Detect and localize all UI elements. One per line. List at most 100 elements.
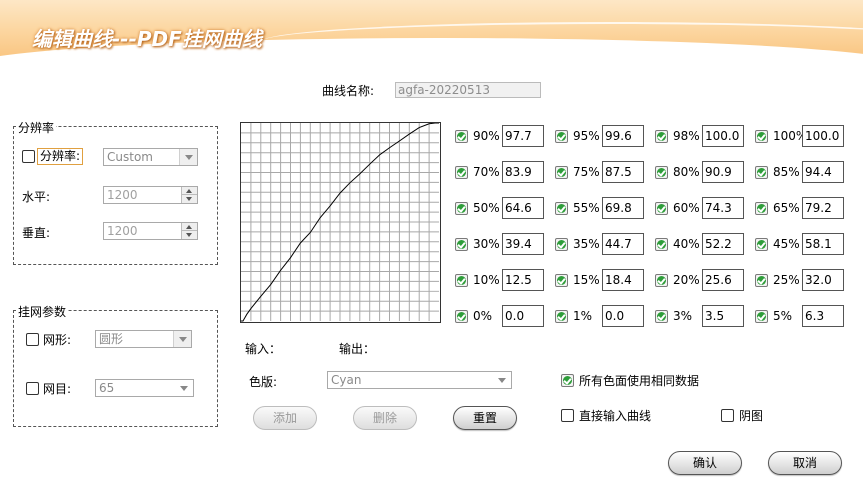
curve-graph[interactable] <box>240 122 441 323</box>
point-checkbox[interactable] <box>555 202 568 215</box>
add-button[interactable]: 添加 <box>253 406 317 430</box>
point-checkbox[interactable] <box>455 130 468 143</box>
cancel-button[interactable]: 取消 <box>768 451 842 475</box>
point-checkbox[interactable] <box>455 202 468 215</box>
spin-down-icon[interactable] <box>182 195 197 203</box>
horizontal-label: 水平: <box>22 190 51 204</box>
point-checkbox[interactable] <box>555 310 568 323</box>
point-input-label: 80% <box>673 165 700 179</box>
point-output-field[interactable]: 39.4 <box>502 233 544 255</box>
negative-checkbox[interactable] <box>721 409 734 422</box>
point-checkbox[interactable] <box>655 238 668 251</box>
point-checkbox[interactable] <box>555 238 568 251</box>
point-input-label: 35% <box>573 237 600 251</box>
point-checkbox[interactable] <box>455 310 468 323</box>
point-output-field[interactable]: 32.0 <box>802 269 844 291</box>
point-checkbox[interactable] <box>455 238 468 251</box>
point-output-field[interactable]: 100.0 <box>702 125 744 147</box>
point-input-label: 10% <box>473 273 500 287</box>
point-input-label: 5% <box>773 309 793 323</box>
point-output-field[interactable]: 18.4 <box>602 269 644 291</box>
point-checkbox[interactable] <box>755 310 768 323</box>
direct-input-checkbox[interactable] <box>561 409 574 422</box>
point-checkbox[interactable] <box>655 166 668 179</box>
point-input-label: 20% <box>673 273 700 287</box>
spin-up-icon[interactable] <box>182 187 197 195</box>
chevron-down-icon[interactable] <box>173 331 191 347</box>
point-input-label: 70% <box>473 165 500 179</box>
chevron-down-icon[interactable] <box>179 149 197 165</box>
point-input-label: 75% <box>573 165 600 179</box>
vertical-value: 1200 <box>107 224 138 238</box>
point-output-field[interactable]: 0.0 <box>502 305 544 327</box>
point-checkbox[interactable] <box>755 166 768 179</box>
point-input-label: 85% <box>773 165 800 179</box>
point-output-field[interactable]: 90.9 <box>702 161 744 183</box>
point-input-label: 0% <box>473 309 493 323</box>
point-checkbox[interactable] <box>755 202 768 215</box>
resolution-combo[interactable]: Custom <box>103 148 198 166</box>
lpi-combo-value: 65 <box>99 381 115 395</box>
point-output-field[interactable]: 12.5 <box>502 269 544 291</box>
curve-name-label: 曲线名称: <box>322 84 375 98</box>
point-checkbox[interactable] <box>455 166 468 179</box>
point-checkbox[interactable] <box>555 166 568 179</box>
point-output-field[interactable]: 94.4 <box>802 161 844 183</box>
point-checkbox[interactable] <box>755 130 768 143</box>
chevron-down-icon[interactable] <box>175 380 193 396</box>
point-input-label: 55% <box>573 201 600 215</box>
point-input-label: 25% <box>773 273 800 287</box>
delete-button[interactable]: 删除 <box>353 406 417 430</box>
input-label: 输入： <box>245 342 282 356</box>
point-output-field[interactable]: 87.5 <box>602 161 644 183</box>
reset-button[interactable]: 重置 <box>453 406 517 430</box>
point-input-label: 40% <box>673 237 700 251</box>
vertical-label: 垂直: <box>22 226 51 240</box>
point-checkbox[interactable] <box>555 130 568 143</box>
point-checkbox[interactable] <box>655 202 668 215</box>
shape-checkbox[interactable] <box>26 333 39 346</box>
point-output-field[interactable]: 44.7 <box>602 233 644 255</box>
plate-label: 色版: <box>249 375 278 389</box>
spin-down-icon[interactable] <box>182 231 197 239</box>
resolution-checkbox[interactable] <box>22 150 35 163</box>
direct-input-label: 直接输入曲线 <box>579 409 652 423</box>
vertical-spinner[interactable]: 1200 <box>103 222 198 240</box>
same-data-checkbox[interactable] <box>561 374 574 387</box>
lpi-combo[interactable]: 65 <box>95 379 194 397</box>
plate-combo[interactable]: Cyan <box>327 371 512 389</box>
point-checkbox[interactable] <box>755 274 768 287</box>
point-output-field[interactable]: 58.1 <box>802 233 844 255</box>
point-output-field[interactable]: 25.6 <box>702 269 744 291</box>
chevron-down-icon[interactable] <box>493 372 511 388</box>
point-output-field[interactable]: 74.3 <box>702 197 744 219</box>
point-output-field[interactable]: 69.8 <box>602 197 644 219</box>
point-input-label: 95% <box>573 129 600 143</box>
negative-label: 阴图 <box>739 409 764 423</box>
spin-up-icon[interactable] <box>182 223 197 231</box>
point-output-field[interactable]: 3.5 <box>702 305 744 327</box>
point-output-field[interactable]: 83.9 <box>502 161 544 183</box>
point-checkbox[interactable] <box>655 310 668 323</box>
point-output-field[interactable]: 100.0 <box>802 125 844 147</box>
point-output-field[interactable]: 79.2 <box>802 197 844 219</box>
point-checkbox[interactable] <box>655 274 668 287</box>
curve-name-field[interactable]: agfa-20220513 <box>395 82 541 98</box>
point-output-field[interactable]: 99.6 <box>602 125 644 147</box>
point-checkbox[interactable] <box>755 238 768 251</box>
shape-combo[interactable]: 圆形 <box>95 330 192 348</box>
point-input-label: 50% <box>473 201 500 215</box>
point-output-field[interactable]: 97.7 <box>502 125 544 147</box>
point-output-field[interactable]: 0.0 <box>602 305 644 327</box>
ok-button[interactable]: 确认 <box>668 451 742 475</box>
point-output-field[interactable]: 64.6 <box>502 197 544 219</box>
point-input-label: 60% <box>673 201 700 215</box>
point-output-field[interactable]: 6.3 <box>802 305 844 327</box>
point-output-field[interactable]: 52.2 <box>702 233 744 255</box>
output-label: 输出： <box>339 342 376 356</box>
horizontal-spinner[interactable]: 1200 <box>103 186 198 204</box>
lpi-checkbox[interactable] <box>26 382 39 395</box>
point-checkbox[interactable] <box>455 274 468 287</box>
point-checkbox[interactable] <box>655 130 668 143</box>
point-checkbox[interactable] <box>555 274 568 287</box>
